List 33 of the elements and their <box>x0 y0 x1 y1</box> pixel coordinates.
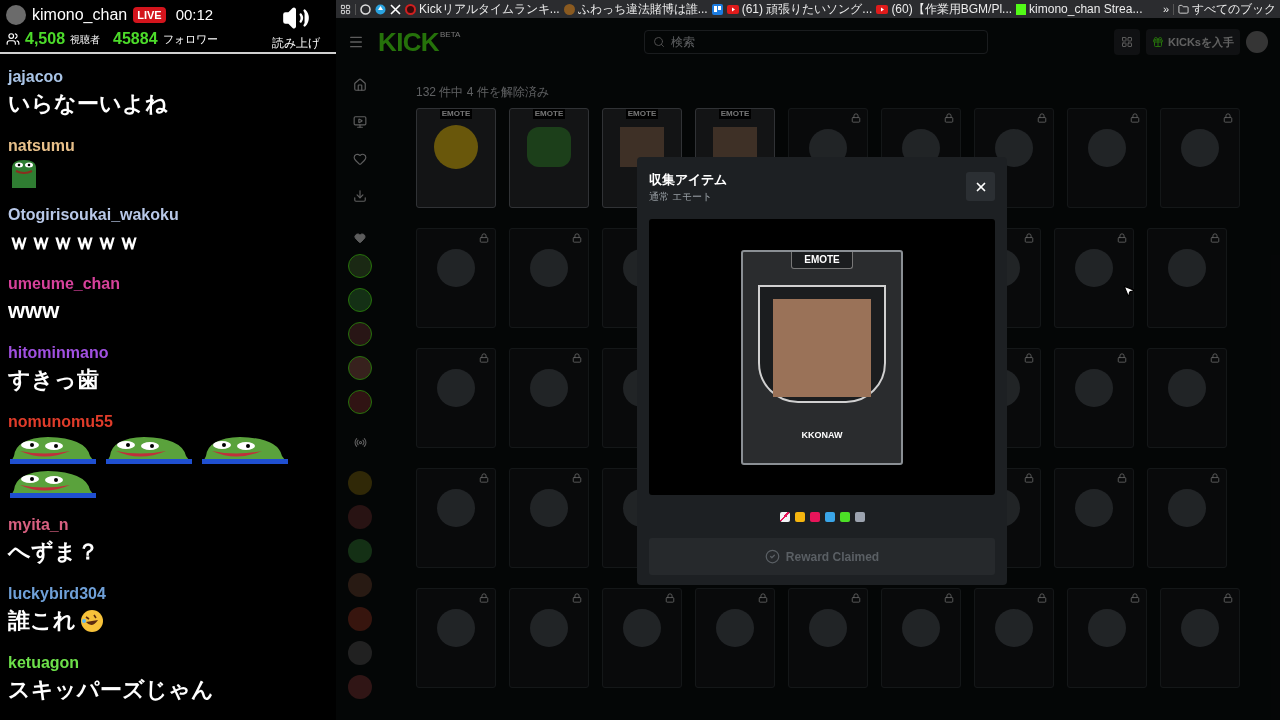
emote-name: KKONAW <box>801 428 843 442</box>
card-type-label: EMOTE <box>439 109 473 119</box>
card-type-label: EMOTE <box>718 109 752 119</box>
unlocked-summary-text: 132 件中 4 件を解除済み <box>416 84 549 100</box>
card-type-label: EMOTE <box>532 109 566 119</box>
card-type-label: EMOTE <box>625 109 659 119</box>
chat-username: luckybird304 <box>8 584 106 604</box>
channel-name: kimono_chan <box>32 5 128 25</box>
dialog-title: 収集アイテム <box>649 171 727 189</box>
chat-username: ketuagon <box>8 653 80 673</box>
followers-label: フォロワー <box>162 31 218 47</box>
card-type-label: EMOTE <box>791 251 853 269</box>
stream-uptime: 00:12 <box>175 4 214 25</box>
live-badge: LIVE <box>133 7 166 23</box>
chat-message: へずま？ <box>8 538 99 566</box>
chat-message: www <box>8 297 60 325</box>
chat-username: jajacoo <box>8 67 64 87</box>
chat-username: Otogirisoukai_wakoku <box>8 205 179 225</box>
beta-label: BETA <box>439 29 461 41</box>
viewer-count: 4,508 <box>25 29 66 49</box>
chat-username: hitominmano <box>8 343 109 363</box>
viewers-label: 視聴者 <box>70 32 101 47</box>
chat-message: 誰これ <box>8 607 76 635</box>
chat-username: nomunomu55 <box>8 412 113 432</box>
chat-username: natsumu <box>8 136 75 156</box>
chat-message: すきっ歯 <box>8 366 99 394</box>
chat-message: ｗｗｗｗｗｗ <box>8 228 140 256</box>
chat-username: myita_n <box>8 515 69 535</box>
chat-message: スキッパーズじゃん <box>8 676 214 704</box>
dialog-subtitle: 通常 エモート <box>649 190 713 204</box>
chat-username: umeume_chan <box>8 274 121 294</box>
follower-count: 45884 <box>113 29 158 49</box>
chat-message: いらなーいよね <box>8 90 168 118</box>
